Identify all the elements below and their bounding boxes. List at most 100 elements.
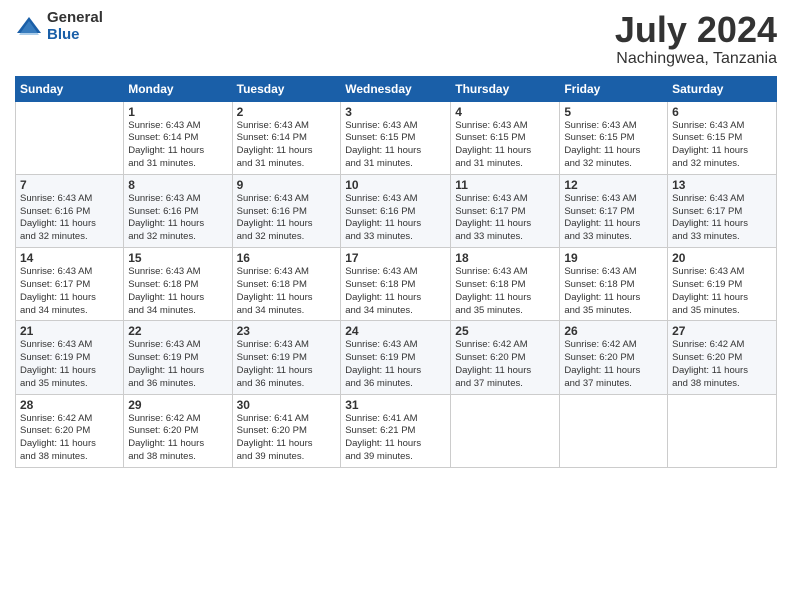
daylight-text: Daylight: 11 hours bbox=[128, 292, 227, 305]
day-number: 16 bbox=[237, 251, 337, 265]
daylight-text-2: and 32 minutes. bbox=[237, 231, 337, 244]
day-number: 26 bbox=[564, 324, 663, 338]
table-row: 20Sunrise: 6:43 AMSunset: 6:19 PMDayligh… bbox=[668, 248, 777, 321]
table-row: 11Sunrise: 6:43 AMSunset: 6:17 PMDayligh… bbox=[451, 174, 560, 247]
daylight-text: Daylight: 11 hours bbox=[128, 365, 227, 378]
daylight-text: Daylight: 11 hours bbox=[345, 292, 446, 305]
table-row: 27Sunrise: 6:42 AMSunset: 6:20 PMDayligh… bbox=[668, 321, 777, 394]
daylight-text: Daylight: 11 hours bbox=[128, 438, 227, 451]
sunrise-text: Sunrise: 6:43 AM bbox=[564, 120, 663, 133]
sunset-text: Sunset: 6:14 PM bbox=[237, 132, 337, 145]
header-monday: Monday bbox=[124, 76, 232, 101]
sunrise-text: Sunrise: 6:43 AM bbox=[345, 193, 446, 206]
day-number: 25 bbox=[455, 324, 555, 338]
sunset-text: Sunset: 6:20 PM bbox=[564, 352, 663, 365]
day-number: 3 bbox=[345, 105, 446, 119]
daylight-text: Daylight: 11 hours bbox=[564, 292, 663, 305]
daylight-text: Daylight: 11 hours bbox=[20, 365, 119, 378]
day-info: Sunrise: 6:43 AMSunset: 6:18 PMDaylight:… bbox=[455, 266, 555, 317]
day-info: Sunrise: 6:43 AMSunset: 6:17 PMDaylight:… bbox=[564, 193, 663, 244]
table-row: 17Sunrise: 6:43 AMSunset: 6:18 PMDayligh… bbox=[341, 248, 451, 321]
table-row bbox=[451, 394, 560, 467]
daylight-text: Daylight: 11 hours bbox=[345, 218, 446, 231]
sunrise-text: Sunrise: 6:42 AM bbox=[455, 339, 555, 352]
sunset-text: Sunset: 6:15 PM bbox=[345, 132, 446, 145]
day-number: 9 bbox=[237, 178, 337, 192]
sunrise-text: Sunrise: 6:42 AM bbox=[672, 339, 772, 352]
sunrise-text: Sunrise: 6:43 AM bbox=[128, 193, 227, 206]
header-saturday: Saturday bbox=[668, 76, 777, 101]
day-number: 7 bbox=[20, 178, 119, 192]
calendar-week-row: 28Sunrise: 6:42 AMSunset: 6:20 PMDayligh… bbox=[16, 394, 777, 467]
table-row: 8Sunrise: 6:43 AMSunset: 6:16 PMDaylight… bbox=[124, 174, 232, 247]
day-number: 6 bbox=[672, 105, 772, 119]
daylight-text: Daylight: 11 hours bbox=[128, 145, 227, 158]
daylight-text-2: and 31 minutes. bbox=[455, 158, 555, 171]
sunrise-text: Sunrise: 6:41 AM bbox=[237, 413, 337, 426]
day-number: 8 bbox=[128, 178, 227, 192]
day-info: Sunrise: 6:43 AMSunset: 6:15 PMDaylight:… bbox=[345, 120, 446, 171]
sunset-text: Sunset: 6:15 PM bbox=[455, 132, 555, 145]
day-number: 27 bbox=[672, 324, 772, 338]
sunset-text: Sunset: 6:17 PM bbox=[455, 206, 555, 219]
sunset-text: Sunset: 6:18 PM bbox=[128, 279, 227, 292]
daylight-text: Daylight: 11 hours bbox=[237, 145, 337, 158]
daylight-text: Daylight: 11 hours bbox=[237, 218, 337, 231]
logo-general-text: General bbox=[47, 10, 103, 27]
daylight-text-2: and 34 minutes. bbox=[237, 305, 337, 318]
table-row: 10Sunrise: 6:43 AMSunset: 6:16 PMDayligh… bbox=[341, 174, 451, 247]
day-number: 22 bbox=[128, 324, 227, 338]
sunrise-text: Sunrise: 6:42 AM bbox=[564, 339, 663, 352]
daylight-text: Daylight: 11 hours bbox=[672, 145, 772, 158]
sunrise-text: Sunrise: 6:43 AM bbox=[128, 339, 227, 352]
sunrise-text: Sunrise: 6:43 AM bbox=[672, 120, 772, 133]
day-number: 21 bbox=[20, 324, 119, 338]
day-number: 23 bbox=[237, 324, 337, 338]
daylight-text-2: and 37 minutes. bbox=[455, 378, 555, 391]
day-number: 18 bbox=[455, 251, 555, 265]
daylight-text: Daylight: 11 hours bbox=[455, 145, 555, 158]
table-row: 29Sunrise: 6:42 AMSunset: 6:20 PMDayligh… bbox=[124, 394, 232, 467]
daylight-text-2: and 35 minutes. bbox=[455, 305, 555, 318]
sunset-text: Sunset: 6:19 PM bbox=[672, 279, 772, 292]
sunrise-text: Sunrise: 6:43 AM bbox=[455, 193, 555, 206]
table-row: 21Sunrise: 6:43 AMSunset: 6:19 PMDayligh… bbox=[16, 321, 124, 394]
day-info: Sunrise: 6:43 AMSunset: 6:16 PMDaylight:… bbox=[237, 193, 337, 244]
calendar-week-row: 14Sunrise: 6:43 AMSunset: 6:17 PMDayligh… bbox=[16, 248, 777, 321]
daylight-text: Daylight: 11 hours bbox=[345, 145, 446, 158]
day-number: 17 bbox=[345, 251, 446, 265]
page: General Blue July 2024 Nachingwea, Tanza… bbox=[0, 0, 792, 612]
logo-icon bbox=[15, 13, 43, 41]
day-info: Sunrise: 6:43 AMSunset: 6:18 PMDaylight:… bbox=[564, 266, 663, 317]
sunset-text: Sunset: 6:14 PM bbox=[128, 132, 227, 145]
calendar-week-row: 21Sunrise: 6:43 AMSunset: 6:19 PMDayligh… bbox=[16, 321, 777, 394]
table-row: 25Sunrise: 6:42 AMSunset: 6:20 PMDayligh… bbox=[451, 321, 560, 394]
day-number: 28 bbox=[20, 398, 119, 412]
daylight-text: Daylight: 11 hours bbox=[237, 365, 337, 378]
day-number: 31 bbox=[345, 398, 446, 412]
sunset-text: Sunset: 6:19 PM bbox=[20, 352, 119, 365]
table-row: 7Sunrise: 6:43 AMSunset: 6:16 PMDaylight… bbox=[16, 174, 124, 247]
table-row: 14Sunrise: 6:43 AMSunset: 6:17 PMDayligh… bbox=[16, 248, 124, 321]
sunset-text: Sunset: 6:18 PM bbox=[237, 279, 337, 292]
day-number: 12 bbox=[564, 178, 663, 192]
daylight-text-2: and 33 minutes. bbox=[672, 231, 772, 244]
sunrise-text: Sunrise: 6:43 AM bbox=[672, 266, 772, 279]
daylight-text: Daylight: 11 hours bbox=[455, 292, 555, 305]
sunrise-text: Sunrise: 6:43 AM bbox=[237, 193, 337, 206]
sunset-text: Sunset: 6:20 PM bbox=[20, 425, 119, 438]
day-number: 1 bbox=[128, 105, 227, 119]
sunrise-text: Sunrise: 6:43 AM bbox=[455, 266, 555, 279]
day-info: Sunrise: 6:43 AMSunset: 6:19 PMDaylight:… bbox=[237, 339, 337, 390]
table-row: 24Sunrise: 6:43 AMSunset: 6:19 PMDayligh… bbox=[341, 321, 451, 394]
sunrise-text: Sunrise: 6:43 AM bbox=[345, 339, 446, 352]
header-tuesday: Tuesday bbox=[232, 76, 341, 101]
sunrise-text: Sunrise: 6:43 AM bbox=[20, 266, 119, 279]
sunset-text: Sunset: 6:20 PM bbox=[455, 352, 555, 365]
table-row bbox=[560, 394, 668, 467]
day-info: Sunrise: 6:43 AMSunset: 6:16 PMDaylight:… bbox=[20, 193, 119, 244]
logo-text: General Blue bbox=[47, 10, 103, 43]
daylight-text-2: and 38 minutes. bbox=[672, 378, 772, 391]
sunrise-text: Sunrise: 6:41 AM bbox=[345, 413, 446, 426]
table-row: 9Sunrise: 6:43 AMSunset: 6:16 PMDaylight… bbox=[232, 174, 341, 247]
